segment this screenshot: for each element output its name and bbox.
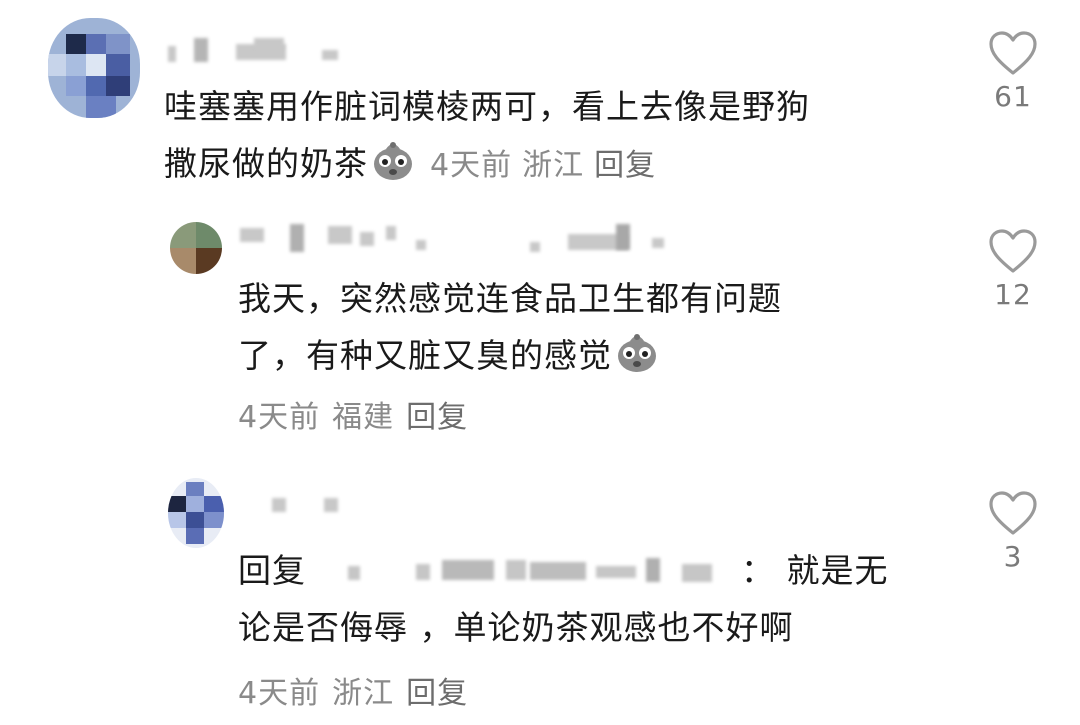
like-control[interactable]: 61 bbox=[978, 30, 1048, 113]
username[interactable] bbox=[240, 224, 680, 254]
comment-line: 了，有种又脏又臭的感觉 bbox=[238, 327, 782, 384]
like-count: 61 bbox=[994, 80, 1032, 113]
reply-prefix: 回复 bbox=[238, 551, 306, 590]
comment-line: 回复 ： 就是无 bbox=[238, 542, 889, 599]
comment-body: 哇塞塞用作脏词模棱两可，看上去像是野狗 撒尿做的奶茶 4天前 浙江 回复 bbox=[164, 78, 810, 192]
comment-line: 撒尿做的奶茶 4天前 浙江 回复 bbox=[164, 135, 810, 192]
comment-meta: 4天前 福建 回复 bbox=[238, 392, 480, 436]
comment-location: 浙江 bbox=[332, 676, 395, 711]
comment-line-text: 了，有种又脏又臭的感觉 bbox=[238, 336, 612, 375]
comment-time: 4天前 bbox=[430, 148, 513, 183]
heart-outline-icon[interactable] bbox=[988, 490, 1038, 536]
comment-body: 我天，突然感觉连食品卫生都有问题 了，有种又脏又臭的感觉 bbox=[238, 270, 782, 384]
like-control[interactable]: 12 bbox=[978, 228, 1048, 311]
username[interactable] bbox=[272, 494, 362, 524]
comment-line: 哇塞塞用作脏词模棱两可，看上去像是野狗 bbox=[164, 87, 810, 126]
comment-time: 4天前 bbox=[238, 676, 321, 711]
like-count: 12 bbox=[994, 278, 1032, 311]
avatar[interactable] bbox=[48, 18, 140, 118]
username[interactable] bbox=[168, 36, 358, 66]
comment-line: 我天，突然感觉连食品卫生都有问题 bbox=[238, 279, 782, 318]
reply-button[interactable]: 回复 bbox=[406, 400, 468, 435]
comment-time: 4天前 bbox=[238, 400, 321, 435]
sticker-face-icon bbox=[374, 142, 412, 180]
comment-line-text: 撒尿做的奶茶 bbox=[164, 144, 368, 183]
avatar[interactable] bbox=[170, 222, 222, 274]
like-count: 3 bbox=[1003, 540, 1023, 573]
heart-outline-icon[interactable] bbox=[988, 228, 1038, 274]
comment-meta: 4天前 浙江 回复 bbox=[416, 148, 666, 183]
avatar[interactable] bbox=[168, 478, 224, 548]
reply-button[interactable]: 回复 bbox=[406, 676, 468, 711]
comment-thread: 哇塞塞用作脏词模棱两可，看上去像是野狗 撒尿做的奶茶 4天前浙江回复 61 bbox=[0, 0, 1080, 725]
like-control[interactable]: 3 bbox=[978, 490, 1048, 573]
comment-line: 论是否侮辱 ，单论奶茶观感也不好啊 bbox=[238, 608, 794, 647]
comment-body: 回复 ： 就是无 论是否侮辱 ，单论奶茶观感也不好啊 bbox=[238, 542, 889, 656]
reply-target-username[interactable] bbox=[306, 548, 741, 588]
comment-location: 福建 bbox=[332, 400, 395, 435]
comment-location: 浙江 bbox=[522, 148, 585, 183]
comment-meta: 4天前 浙江 回复 bbox=[238, 668, 480, 712]
comment-line-text: ： 就是无 bbox=[741, 551, 889, 590]
sticker-face-icon bbox=[618, 334, 656, 372]
heart-outline-icon[interactable] bbox=[988, 30, 1038, 76]
reply-button[interactable]: 回复 bbox=[594, 148, 656, 183]
